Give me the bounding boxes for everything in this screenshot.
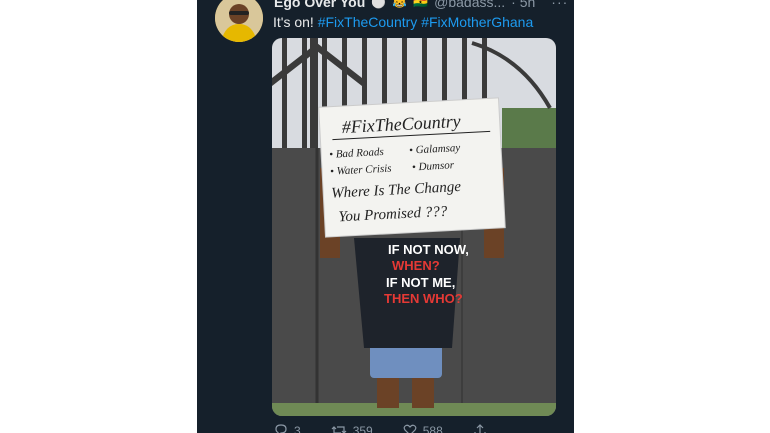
- avatar[interactable]: [215, 0, 263, 42]
- like-button[interactable]: 588: [403, 423, 443, 433]
- protest-sign: #FixTheCountry • Bad Roads • Galamsay • …: [318, 97, 506, 238]
- tweet-text-prefix: It's on!: [273, 14, 314, 30]
- share-button[interactable]: [473, 423, 487, 433]
- like-count: 588: [422, 424, 443, 433]
- photo-foliage: [502, 108, 556, 148]
- name-emoji-1: ⚪: [371, 0, 387, 9]
- tweet-actions: 3 359 588: [274, 423, 534, 433]
- hashtag-fixmotherghana[interactable]: #FixMotherGhana: [421, 14, 533, 30]
- tweet-text: It's on! #FixTheCountry #FixMotherGhana: [273, 14, 533, 30]
- tweet-header: Ego Over You ⚪ 😹 🇬🇭 @badass... · 5h ···: [274, 0, 574, 10]
- sign-item-4: • Dumsor: [412, 159, 455, 173]
- retweet-icon: [331, 423, 347, 433]
- shirt-text-line-1: IF NOT NOW,: [388, 242, 469, 257]
- timestamp[interactable]: · 5h: [511, 0, 535, 10]
- display-name[interactable]: Ego Over You: [274, 0, 365, 10]
- more-options-icon[interactable]: ···: [551, 0, 568, 10]
- hashtag-fixthecountry[interactable]: #FixTheCountry: [318, 14, 418, 30]
- share-icon: [473, 423, 487, 433]
- shirt-text-line-4: THEN WHO?: [384, 291, 463, 306]
- reply-count: 3: [294, 424, 301, 433]
- handle[interactable]: @badass...: [434, 0, 505, 10]
- shirt-text-line-3: IF NOT ME,: [386, 275, 455, 290]
- heart-icon: [403, 423, 417, 433]
- tweet-card[interactable]: Ego Over You ⚪ 😹 🇬🇭 @badass... · 5h ··· …: [197, 0, 574, 433]
- retweet-count: 359: [352, 424, 373, 433]
- reply-icon: [274, 423, 288, 433]
- retweet-button[interactable]: 359: [331, 423, 373, 433]
- reply-button[interactable]: 3: [274, 423, 301, 433]
- name-emoji-3: 🇬🇭: [413, 0, 429, 9]
- name-emoji-2: 😹: [392, 0, 408, 9]
- avatar-image: [215, 0, 263, 42]
- shirt-text-line-2: WHEN?: [392, 258, 440, 273]
- tweet-photo[interactable]: IF NOT NOW, WHEN? IF NOT ME, THEN WHO? #…: [272, 38, 556, 416]
- protest-photo: IF NOT NOW, WHEN? IF NOT ME, THEN WHO? #…: [272, 38, 556, 416]
